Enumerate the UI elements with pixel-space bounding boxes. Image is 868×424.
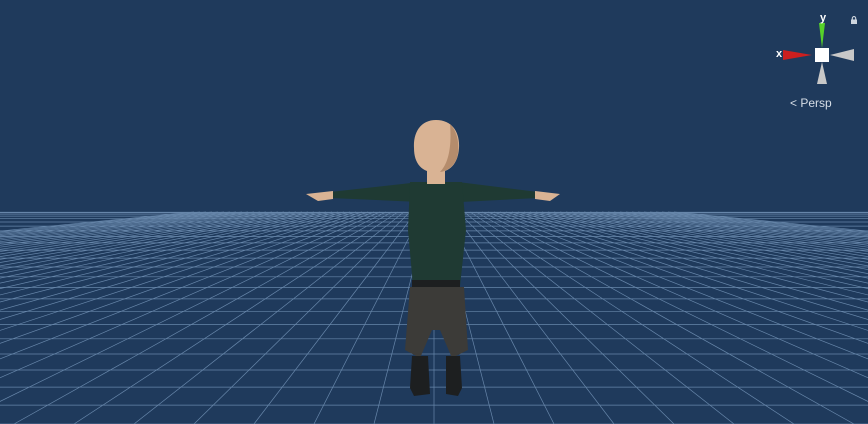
projection-toggle[interactable]: < Persp — [790, 96, 832, 110]
gizmo-y-label: y — [820, 12, 827, 24]
gizmo-neg-x-cone[interactable] — [830, 49, 854, 61]
character-belt — [412, 280, 460, 288]
projection-label: Persp — [800, 96, 832, 110]
gizmo-neg-y-cone[interactable] — [817, 62, 827, 84]
scene-canvas — [0, 0, 868, 424]
gizmo-x-label: x — [776, 48, 783, 60]
gizmo-y-cone[interactable] — [819, 23, 825, 48]
character-left-boot — [410, 356, 430, 396]
character-right-boot — [446, 356, 462, 396]
gizmo-x-cone-body — [783, 50, 812, 60]
gizmo-center-cube[interactable] — [815, 48, 829, 62]
scene-view[interactable]: y x < Persp — [0, 0, 868, 424]
lock-icon[interactable] — [850, 16, 858, 24]
perspective-icon: < — [790, 96, 798, 110]
character-torso — [408, 182, 466, 286]
